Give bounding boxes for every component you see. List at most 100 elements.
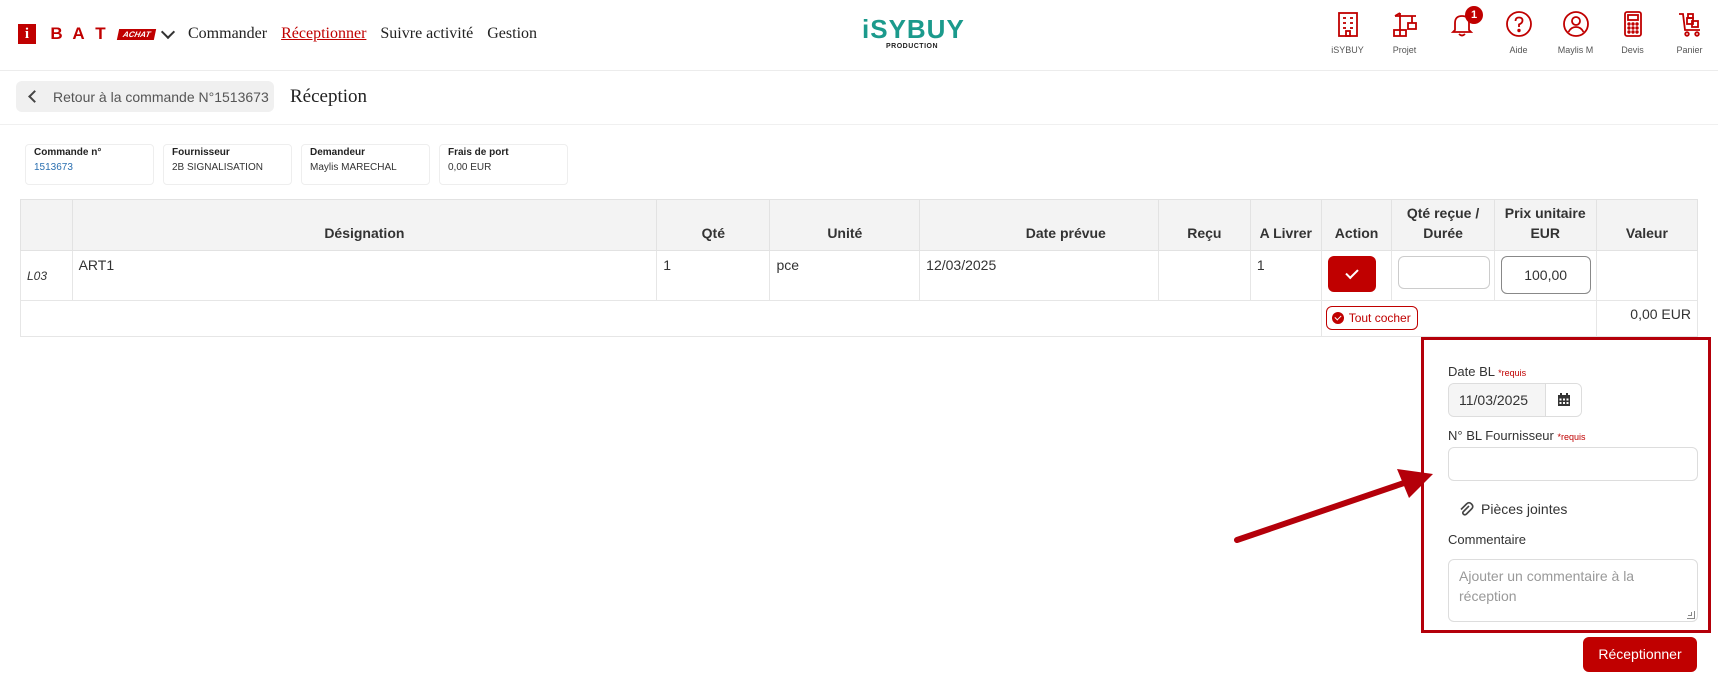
bl-fournisseur-label-text: N° BL Fournisseur [1448,428,1554,443]
chevron-left-icon [28,90,41,103]
card-frais-de-port: Frais de port 0,00 EUR [439,144,568,185]
brand-achat-tag: ACHAT [116,28,157,40]
brand-letter: A [72,24,86,43]
header-action: Action [1320,199,1393,251]
commentaire-textarea[interactable]: Ajouter un commentaire à la réception [1448,559,1698,622]
bl-fournisseur-label: N° BL Fournisseur *requis [1448,428,1586,443]
tool-aide[interactable]: Aide [1490,10,1547,55]
brand-letters: B A T [46,24,112,44]
tool-label: Panier [1676,45,1703,55]
header-tools: iSYBUY Projet 1 Aide Maylis M Devis Pani… [1319,6,1718,55]
calendar-button[interactable] [1545,384,1581,416]
chevron-down-icon[interactable] [161,24,176,39]
line-code: L03 [20,250,73,301]
calculator-icon [1623,11,1642,37]
tool-panier[interactable]: Panier [1661,10,1718,55]
nav-receptionner[interactable]: Réceptionner [281,25,366,43]
resize-handle[interactable] [1687,611,1695,619]
brand-letter: T [95,24,107,43]
logo-sub-text: PRODUCTION [885,43,939,50]
required-marker: *requis [1498,368,1527,378]
tool-label: Projet [1392,45,1417,55]
header-qte-recue: Qté reçue / Durée [1391,199,1495,251]
card-commande: Commande n° 1513673 [25,144,154,185]
unit-price-input[interactable]: 100,00 [1500,256,1591,294]
check-action-button[interactable] [1327,256,1376,292]
tool-devis[interactable]: Devis [1604,10,1661,55]
reception-table: Désignation Qté Unité Date prévue Reçu A… [20,199,1699,337]
user-icon [1562,11,1589,37]
date-bl-label-text: Date BL [1448,364,1495,379]
tool-label: iSYBUY [1331,45,1364,55]
tool-label: Devis [1621,45,1644,55]
ibat-achat-logo[interactable]: i B A T ACHAT [18,24,176,44]
brand-letter: B [50,24,64,43]
commentaire-placeholder: Ajouter un commentaire à la réception [1459,568,1635,604]
card-label: Commande n° [34,147,102,158]
nav-gestion[interactable]: Gestion [487,25,537,43]
date-bl-input[interactable]: 11/03/2025 [1449,384,1545,416]
cell-qte-recue [1391,250,1495,301]
isybuy-logo[interactable]: iSYBUY PRODUCTION [862,14,965,50]
tool-user[interactable]: Maylis M [1547,10,1604,55]
card-fournisseur: Fournisseur 2B SIGNALISATION [163,144,292,185]
header-unite: Unité [769,199,921,251]
card-label: Frais de port [448,147,509,158]
tool-label: Maylis M [1557,45,1594,55]
card-demandeur: Demandeur Maylis MARECHAL [301,144,430,185]
cell-date-prevue: 12/03/2025 [919,250,1159,301]
tool-isybuy[interactable]: iSYBUY [1319,10,1376,55]
reception-form-panel: Date BL *requis 11/03/2025 N° BL Fournis… [1421,337,1711,633]
table-row: L03 ART1 1 pce 12/03/2025 1 100,00 [20,250,1699,301]
header-qte: Qté [656,199,771,251]
header-line: Qté reçue / [1406,205,1480,221]
top-header: i B A T ACHAT Commander Réceptionner Sui… [0,0,1718,71]
calendar-icon [1557,393,1570,406]
help-icon [1505,11,1532,37]
nav-commander[interactable]: Commander [188,25,267,43]
check-circle-icon [1331,312,1344,324]
cell-recu [1157,250,1251,301]
commentaire-label: Commentaire [1448,532,1527,547]
cell-qte: 1 [656,250,771,301]
header-line: Prix unitaire [1504,205,1586,221]
pieces-jointes-button[interactable]: Pièces jointes [1458,501,1567,517]
receptionner-button[interactable]: Réceptionner [1583,637,1697,672]
back-button-label: Retour à la commande N°1513673 [53,88,269,105]
notification-badge: 1 [1465,6,1483,24]
nav-suivre-activite[interactable]: Suivre activité [380,25,473,43]
back-to-order-button[interactable]: Retour à la commande N°1513673 [16,81,274,112]
required-marker: *requis [1557,432,1586,442]
cell-valeur [1595,250,1699,301]
qty-received-input[interactable] [1398,256,1491,289]
card-value: 0,00 EUR [448,162,492,173]
cell-designation: ART1 [71,250,658,301]
table-total-row: Tout cocher 0,00 EUR [20,300,1699,337]
tool-projet[interactable]: Projet [1376,10,1433,55]
date-bl-field: 11/03/2025 [1448,383,1582,417]
total-spacer [20,300,1322,337]
header-line: Durée [1423,225,1463,241]
header-a-livrer: A Livrer [1249,199,1322,251]
order-info-cards: Commande n° 1513673 Fournisseur 2B SIGNA… [25,144,568,185]
brand-i-mark: i [18,24,36,44]
table-header-row: Désignation Qté Unité Date prévue Reçu A… [20,199,1699,251]
cell-prix-unitaire: 100,00 [1493,250,1597,301]
logo-main-text: iSYBUY [862,14,965,44]
header-date-prevue: Date prévue [919,199,1159,251]
card-value: 2B SIGNALISATION [172,162,263,173]
pieces-jointes-label: Pièces jointes [1481,501,1568,517]
building-icon [1337,12,1358,37]
order-number-link[interactable]: 1513673 [34,160,145,176]
main-nav: Commander Réceptionner Suivre activité G… [188,25,537,43]
card-label: Fournisseur [172,147,230,158]
tool-label: Aide [1509,45,1528,55]
card-label: Demandeur [310,147,366,158]
header-line: EUR [1530,225,1560,241]
cart-icon [1678,13,1700,37]
tout-cocher-button[interactable]: Tout cocher [1325,306,1418,330]
tool-notifications[interactable]: 1 [1433,6,1490,55]
header-designation: Désignation [71,199,658,251]
cell-action [1320,250,1393,301]
bl-fournisseur-input[interactable] [1448,447,1698,481]
